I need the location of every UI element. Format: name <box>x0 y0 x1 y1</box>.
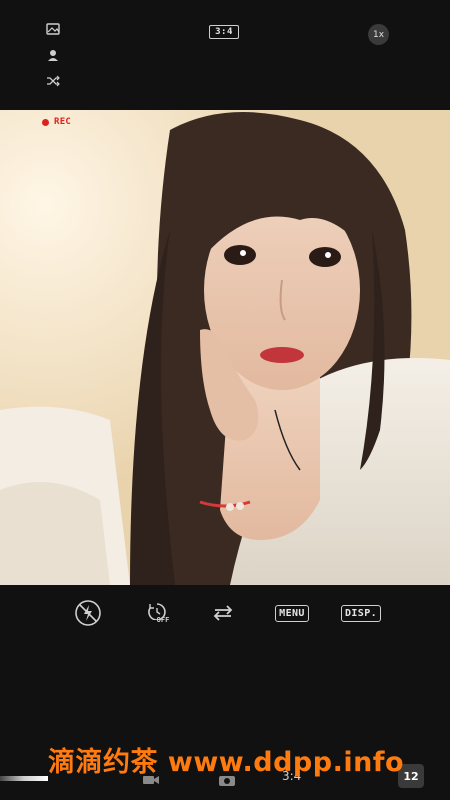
top-bar <box>0 0 450 110</box>
gallery-icon[interactable] <box>44 20 62 38</box>
aspect-ratio-button[interactable]: 3:4 <box>209 25 239 39</box>
viewfinder-preview-image <box>0 110 450 585</box>
disp-button[interactable]: DISP. <box>340 601 382 625</box>
timer-off-button[interactable]: OFF <box>140 601 174 625</box>
disp-label: DISP. <box>340 604 382 622</box>
record-dot-icon <box>42 118 49 126</box>
selfie-face-icon[interactable] <box>44 46 62 64</box>
switch-camera-icon[interactable] <box>208 601 238 625</box>
shuffle-icon[interactable] <box>44 72 62 90</box>
watermark-text: 滴滴约茶 www.ddpp.info <box>48 747 405 778</box>
zoom-level-button[interactable]: 1x <box>368 24 389 45</box>
left-toolbar <box>44 20 64 98</box>
menu-button[interactable]: MENU <box>272 601 312 625</box>
camera-viewfinder[interactable] <box>0 110 450 585</box>
flash-off-icon[interactable] <box>73 600 103 626</box>
zoom-slider[interactable] <box>0 776 48 781</box>
recording-indicator: REC <box>42 117 71 127</box>
timer-label: OFF <box>156 616 170 624</box>
recording-label: REC <box>54 117 72 127</box>
menu-label: MENU <box>275 604 309 622</box>
